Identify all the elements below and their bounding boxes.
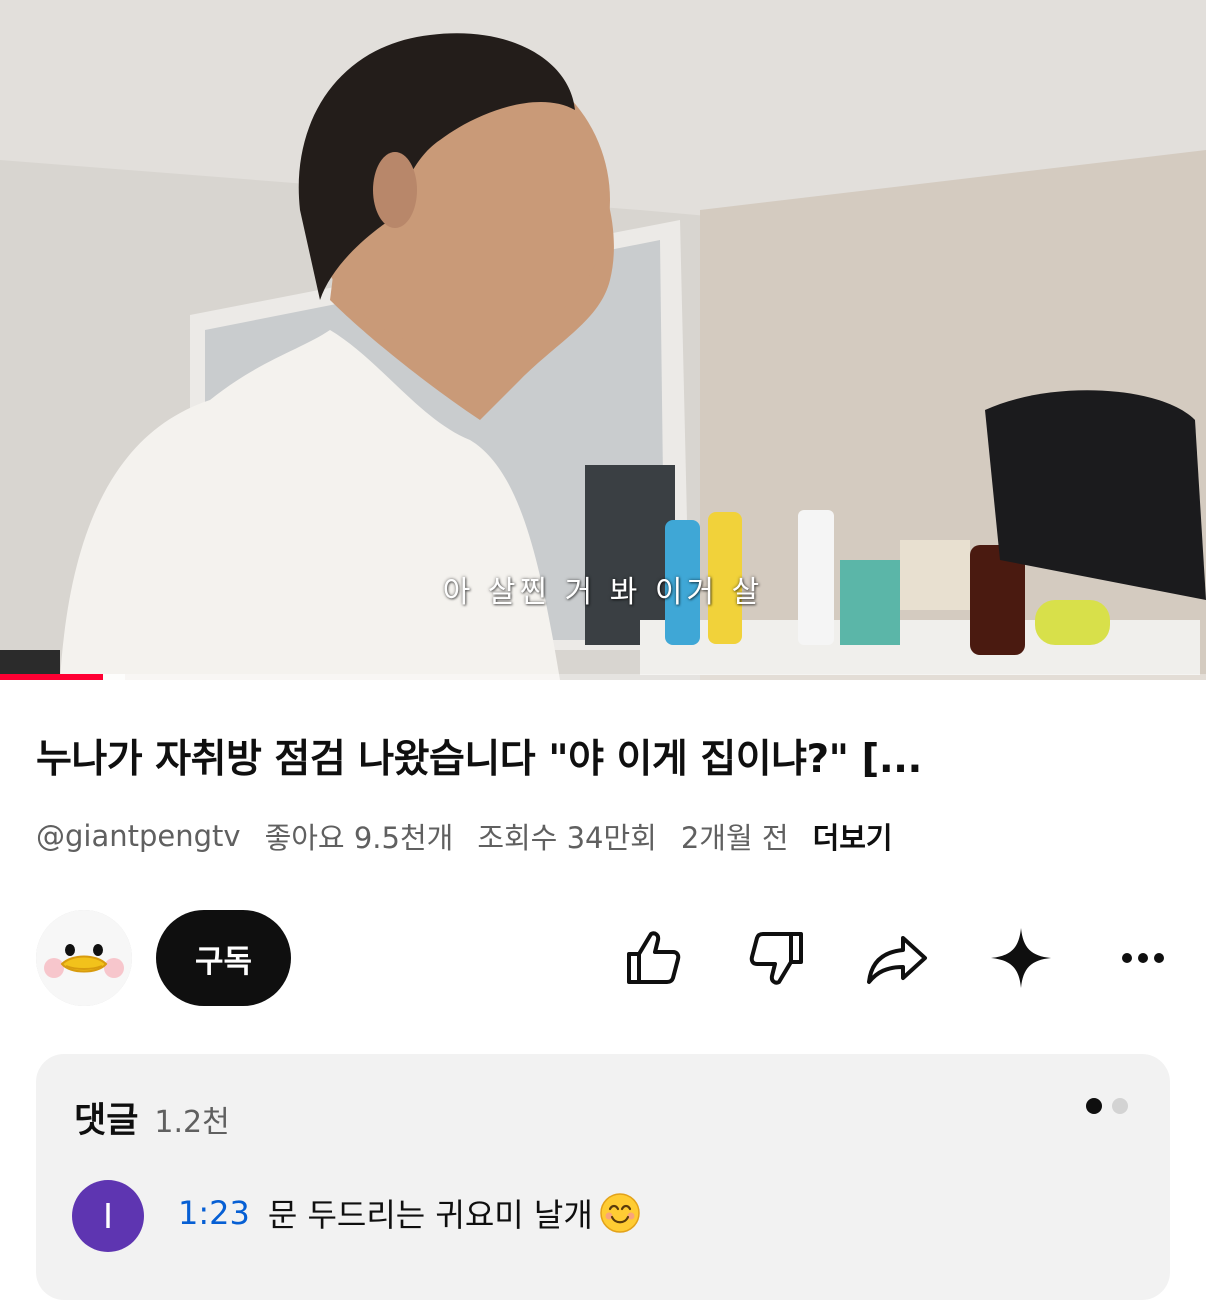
progress-played bbox=[0, 674, 103, 680]
comments-header: 댓글 1.2천 bbox=[74, 1092, 230, 1143]
video-progress-bar[interactable] bbox=[0, 674, 1206, 680]
dislike-icon bbox=[749, 932, 803, 985]
share-icon bbox=[867, 936, 927, 984]
dislike-button[interactable] bbox=[742, 926, 812, 990]
video-details-sheet: 누나가 자취방 점검 나왔습니다 "야 이게 집이냐?" [... @giant… bbox=[0, 682, 1206, 1310]
carousel-dot-active bbox=[1086, 1098, 1102, 1114]
subscribe-button[interactable]: 구독 bbox=[156, 910, 291, 1006]
comments-count: 1.2천 bbox=[154, 1105, 230, 1140]
video-title[interactable]: 누나가 자취방 점검 나왔습니다 "야 이게 집이냐?" [... bbox=[36, 728, 1176, 784]
video-player[interactable]: 아 살찐 거 봐 이거 살 bbox=[0, 0, 1206, 680]
smiling-face-icon bbox=[600, 1193, 640, 1233]
commenter-avatar: I bbox=[72, 1180, 144, 1252]
comments-panel[interactable]: 댓글 1.2천 I 1:23 문 두드리는 귀요미 날개 bbox=[36, 1054, 1170, 1300]
video-subtitle: 아 살찐 거 봐 이거 살 bbox=[442, 575, 764, 610]
view-count: 조회수 34만회 bbox=[477, 821, 657, 855]
like-button[interactable] bbox=[618, 926, 688, 990]
more-link[interactable]: 더보기 bbox=[813, 815, 893, 857]
like-icon bbox=[627, 931, 681, 984]
like-count: 좋아요 9.5천개 bbox=[264, 821, 454, 855]
upload-age: 2개월 전 bbox=[680, 821, 789, 855]
duck-logo-icon bbox=[36, 910, 132, 1006]
ask-ai-button[interactable] bbox=[986, 926, 1056, 990]
video-meta[interactable]: @giantpengtv 좋아요 9.5천개 조회수 34만회 2개월 전 더보… bbox=[36, 815, 893, 857]
channel-handle[interactable]: @giantpengtv bbox=[36, 819, 241, 853]
channel-avatar[interactable] bbox=[36, 910, 132, 1006]
carousel-dot bbox=[1112, 1098, 1128, 1114]
more-icon bbox=[1122, 953, 1164, 963]
comments-label: 댓글 bbox=[74, 1101, 139, 1141]
comment-timestamp-link[interactable]: 1:23 bbox=[178, 1194, 250, 1232]
more-actions-button[interactable] bbox=[1108, 926, 1178, 990]
comment-text: 문 두드리는 귀요미 날개 bbox=[267, 1196, 593, 1234]
share-button[interactable] bbox=[862, 926, 932, 990]
sparkle-icon bbox=[991, 928, 1051, 988]
carousel-indicator bbox=[1086, 1098, 1128, 1114]
top-comment: 1:23 문 두드리는 귀요미 날개 bbox=[178, 1190, 641, 1236]
